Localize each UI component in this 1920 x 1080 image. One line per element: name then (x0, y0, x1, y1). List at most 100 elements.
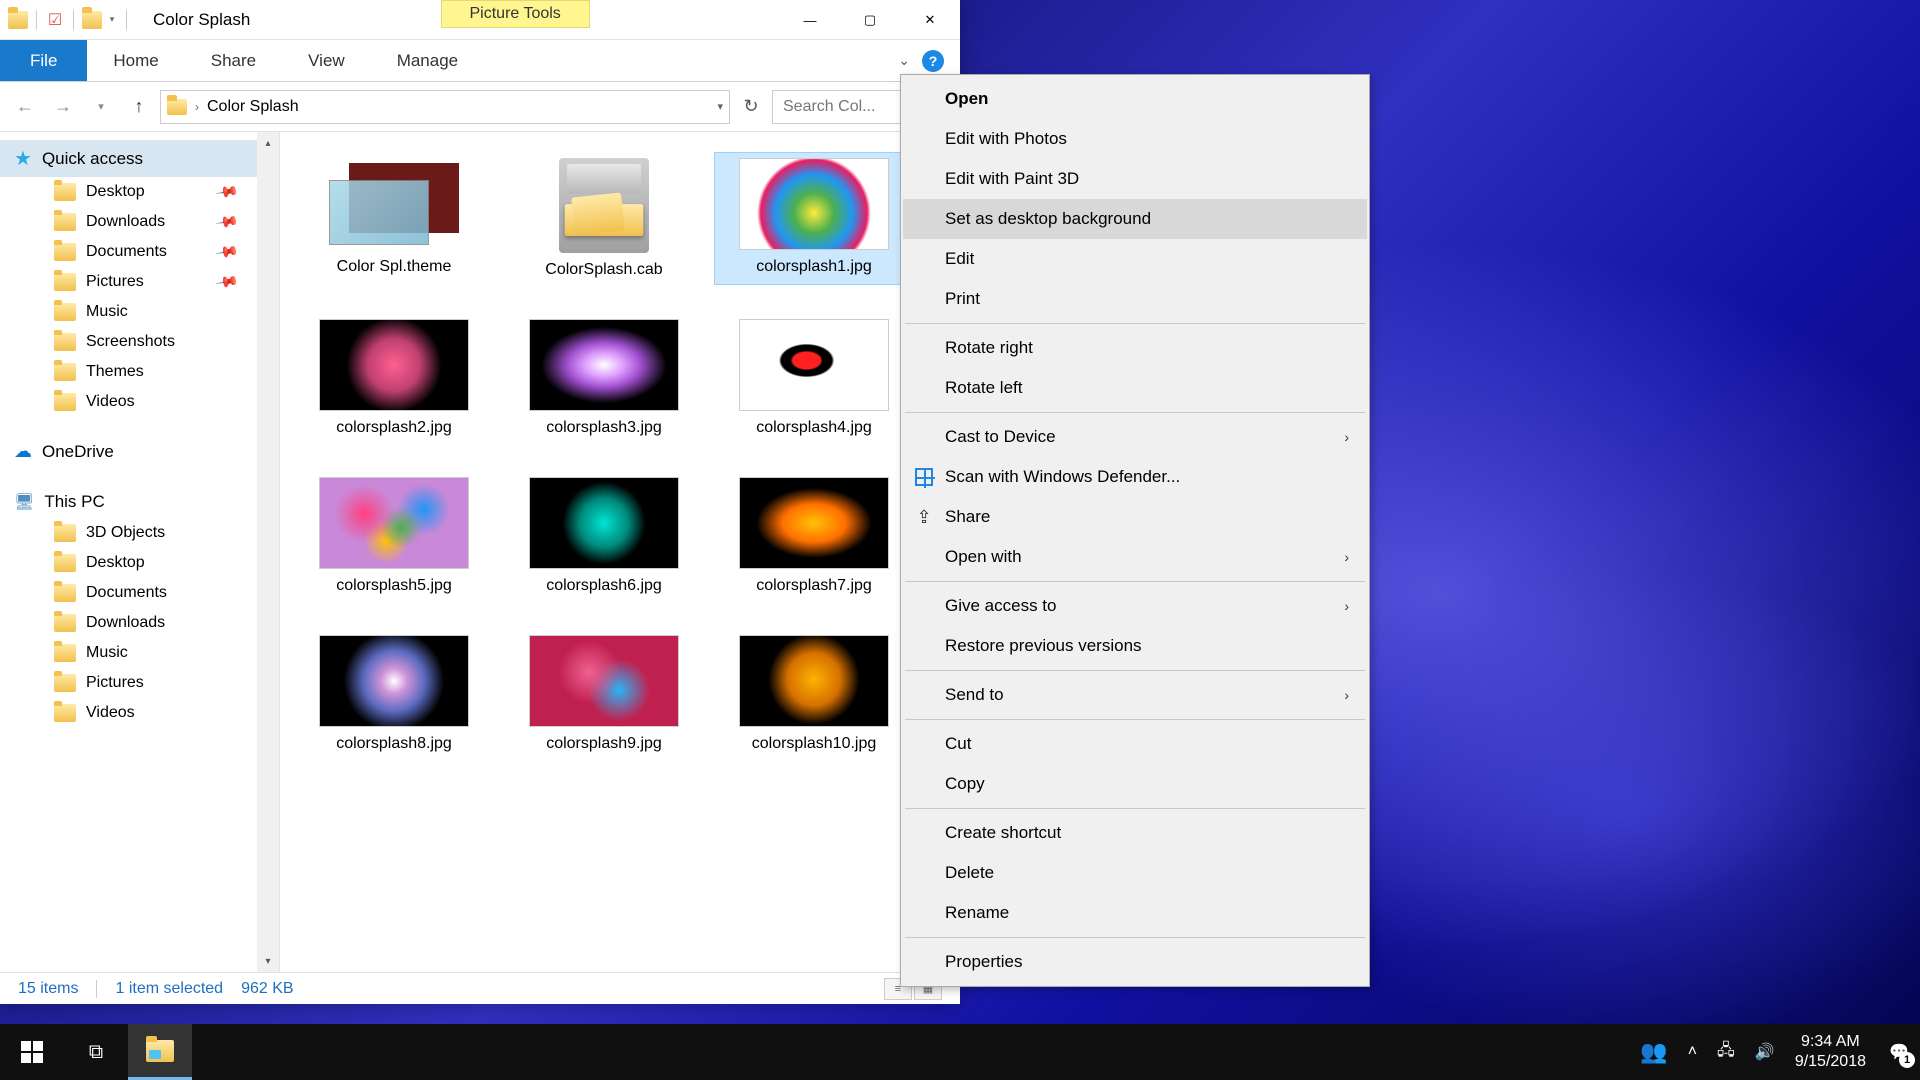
file-list[interactable]: Color Spl.themeColorSplash.cabcolorsplas… (280, 132, 960, 972)
context-menu-item[interactable]: Send to› (903, 675, 1367, 715)
start-button[interactable] (0, 1024, 64, 1080)
file-tab[interactable]: File (0, 40, 87, 81)
breadcrumb[interactable]: Color Splash (207, 98, 299, 116)
recent-dropdown-icon[interactable]: ▾ (84, 90, 118, 124)
sidebar-item-downloads[interactable]: Downloads (0, 608, 279, 638)
quick-access-header[interactable]: ★ Quick access (0, 140, 279, 177)
forward-button[interactable]: → (46, 90, 80, 124)
onedrive-header[interactable]: ☁ OneDrive (0, 435, 279, 468)
notification-badge: 1 (1899, 1052, 1915, 1068)
sidebar-item-videos[interactable]: Videos (0, 698, 279, 728)
file-item[interactable]: colorsplash3.jpg (504, 313, 704, 443)
picture-tools-label[interactable]: Picture Tools (441, 0, 590, 28)
file-item[interactable]: Color Spl.theme (294, 152, 494, 285)
sidebar-item-3d-objects[interactable]: 3D Objects (0, 518, 279, 548)
context-menu-item[interactable]: Rotate right (903, 328, 1367, 368)
home-tab[interactable]: Home (87, 40, 184, 81)
shield-icon (913, 466, 935, 488)
sidebar-item-documents[interactable]: Documents (0, 578, 279, 608)
maximize-button[interactable]: ▢ (840, 0, 900, 40)
address-bar[interactable]: › Color Splash ▾ (160, 90, 730, 124)
folder-icon (54, 704, 76, 722)
help-icon[interactable]: ? (922, 50, 944, 72)
context-menu-item[interactable]: Print (903, 279, 1367, 319)
context-menu-item[interactable]: Edit (903, 239, 1367, 279)
collapse-ribbon-icon[interactable]: ⌄ (898, 52, 910, 69)
context-menu-label: Delete (945, 863, 994, 883)
context-menu-item[interactable]: Open with› (903, 537, 1367, 577)
context-menu-label: Open with (945, 547, 1022, 567)
sidebar-item-downloads[interactable]: Downloads 📌 (0, 207, 279, 237)
file-item[interactable]: colorsplash10.jpg (714, 629, 914, 759)
file-item[interactable]: colorsplash1.jpg (714, 152, 914, 285)
context-menu-item[interactable]: Open (903, 79, 1367, 119)
tray-overflow-icon[interactable]: ˄ (1688, 1043, 1697, 1061)
close-button[interactable]: ✕ (900, 0, 960, 40)
context-menu-item[interactable]: Scan with Windows Defender... (903, 457, 1367, 497)
action-center-button[interactable]: 💬 1 (1886, 1039, 1912, 1065)
context-menu-item[interactable]: Delete (903, 853, 1367, 893)
sidebar-item-music[interactable]: Music (0, 638, 279, 668)
context-menu-item[interactable]: Rotate left (903, 368, 1367, 408)
scroll-up-icon[interactable]: ▴ (257, 132, 279, 154)
volume-icon[interactable]: 🔊 (1755, 1042, 1775, 1062)
minimize-button[interactable]: — (780, 0, 840, 40)
address-dropdown-icon[interactable]: ▾ (717, 100, 723, 113)
context-menu-label: Give access to (945, 596, 1057, 616)
file-explorer-taskbar-button[interactable] (128, 1024, 192, 1080)
task-view-button[interactable]: ⧉ (64, 1024, 128, 1080)
file-item[interactable]: colorsplash8.jpg (294, 629, 494, 759)
manage-tab[interactable]: Manage (371, 40, 484, 81)
file-item[interactable]: colorsplash6.jpg (504, 471, 704, 601)
properties-icon[interactable]: ☑ (45, 10, 65, 30)
context-menu-item[interactable]: Edit with Paint 3D (903, 159, 1367, 199)
file-item[interactable]: ColorSplash.cab (504, 152, 704, 285)
sidebar-item-label: Themes (86, 363, 144, 381)
network-icon[interactable]: 🖧 (1717, 1039, 1735, 1066)
context-menu-item[interactable]: Copy (903, 764, 1367, 804)
context-menu-item[interactable]: Cut (903, 724, 1367, 764)
file-item[interactable]: colorsplash5.jpg (294, 471, 494, 601)
this-pc-header[interactable]: 🖥 This PC (0, 486, 279, 518)
file-item[interactable]: colorsplash7.jpg (714, 471, 914, 601)
clock[interactable]: 9:34 AM 9/15/2018 (1795, 1032, 1866, 1072)
titlebar: ☑ ▾ Color Splash Picture Tools — ▢ ✕ (0, 0, 960, 40)
back-button[interactable]: ← (8, 90, 42, 124)
image-thumbnail (319, 319, 469, 411)
refresh-button[interactable]: ↻ (734, 90, 768, 124)
file-item[interactable]: colorsplash4.jpg (714, 313, 914, 443)
sidebar-item-themes[interactable]: Themes (0, 357, 279, 387)
view-tab[interactable]: View (282, 40, 371, 81)
sidebar-item-pictures[interactable]: Pictures (0, 668, 279, 698)
context-menu-item[interactable]: Set as desktop background (903, 199, 1367, 239)
file-item[interactable]: colorsplash2.jpg (294, 313, 494, 443)
sidebar-item-documents[interactable]: Documents 📌 (0, 237, 279, 267)
sidebar-item-music[interactable]: Music (0, 297, 279, 327)
context-menu-item[interactable]: Properties (903, 942, 1367, 982)
context-menu-label: Send to (945, 685, 1004, 705)
context-menu-item[interactable]: Restore previous versions (903, 626, 1367, 666)
file-item[interactable]: colorsplash9.jpg (504, 629, 704, 759)
context-menu-item[interactable]: Edit with Photos (903, 119, 1367, 159)
sidebar-item-screenshots[interactable]: Screenshots (0, 327, 279, 357)
navigation-pane: ▴ ▾ ★ Quick access Desktop 📌 Downloads 📌… (0, 132, 280, 972)
context-menu-label: Rotate left (945, 378, 1023, 398)
context-menu-item[interactable]: Create shortcut (903, 813, 1367, 853)
sidebar-item-pictures[interactable]: Pictures 📌 (0, 267, 279, 297)
folder-icon (54, 183, 76, 201)
context-menu-item[interactable]: Rename (903, 893, 1367, 933)
sidebar-item-desktop[interactable]: Desktop (0, 548, 279, 578)
quick-access-label: Quick access (42, 149, 143, 169)
share-tab[interactable]: Share (185, 40, 282, 81)
sidebar-item-videos[interactable]: Videos (0, 387, 279, 417)
context-menu-item[interactable]: Cast to Device› (903, 417, 1367, 457)
chevron-right-icon[interactable]: › (195, 100, 199, 114)
scroll-down-icon[interactable]: ▾ (257, 950, 279, 972)
context-menu-item[interactable]: Give access to› (903, 586, 1367, 626)
context-menu-item[interactable]: ⇪Share (903, 497, 1367, 537)
qat-dropdown-icon[interactable]: ▾ (106, 8, 118, 32)
sidebar-item-desktop[interactable]: Desktop 📌 (0, 177, 279, 207)
image-thumbnail (739, 158, 889, 250)
up-button[interactable]: ↑ (122, 90, 156, 124)
people-icon[interactable]: 👥 (1640, 1039, 1667, 1065)
